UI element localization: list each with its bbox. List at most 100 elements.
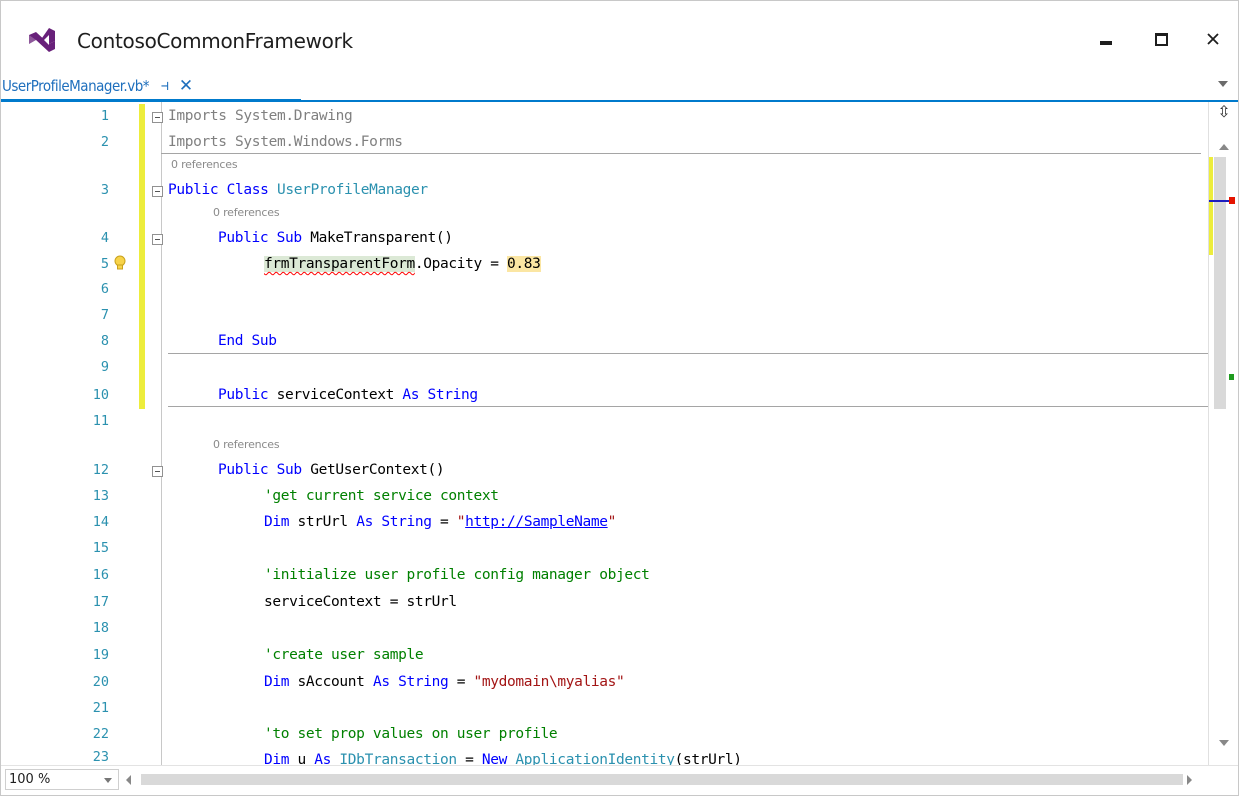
line-number: 20	[92, 674, 109, 690]
code-line: Public serviceContext As String	[218, 385, 478, 405]
keyword: Dim	[264, 514, 290, 530]
comment-line: 'get current service context	[264, 488, 499, 504]
references-codelens[interactable]: 0 references	[213, 438, 280, 451]
code-line: serviceContext = strUrl	[264, 594, 457, 610]
tab-overflow-icon[interactable]	[1218, 81, 1228, 87]
tab-close-icon[interactable]: ✕	[179, 76, 193, 96]
close-icon	[1207, 33, 1219, 45]
maximize-button[interactable]	[1139, 19, 1183, 59]
scrollbar-saved-marker	[1229, 374, 1234, 380]
line-number: 2	[100, 134, 109, 150]
keyword: String	[389, 674, 449, 690]
references-codelens[interactable]: 0 references	[213, 206, 280, 219]
split-window-icon[interactable]: ⇳	[1217, 104, 1231, 122]
string-literal: "mydomain\myalias"	[473, 674, 625, 690]
line-number: 1	[100, 108, 109, 124]
error-identifier[interactable]: frmTransparentForm	[264, 256, 415, 272]
zoom-value: 100 %	[9, 772, 51, 787]
method-separator	[161, 153, 1201, 154]
line-number: 8	[100, 333, 109, 349]
line-number: 22	[92, 726, 109, 742]
keyword: As	[372, 674, 390, 690]
title-bar[interactable]: ContosoCommonFramework	[1, 1, 1238, 71]
keyword: String	[372, 514, 432, 530]
code-editor[interactable]: 1 2 3 4 5 6 7 8 9 10 11 12 13 14 15 16 1…	[1, 102, 1208, 765]
scrollbar-change-marker	[1209, 157, 1213, 255]
type-name: ApplicationIdentity	[507, 752, 675, 765]
keyword: Sub	[268, 230, 311, 246]
collapse-toggle[interactable]	[152, 466, 163, 477]
comment-line: 'create user sample	[264, 647, 424, 663]
line-number: 11	[92, 413, 109, 429]
type-name: IDbTransaction	[331, 752, 457, 765]
url-link[interactable]: http://SampleName	[465, 514, 608, 530]
code-text: =	[456, 752, 482, 765]
horizontal-scroll-thumb[interactable]	[141, 774, 1183, 785]
vertical-scrollbar[interactable]: ⇳	[1208, 102, 1238, 765]
keyword: As	[314, 752, 332, 765]
keyword: As	[356, 514, 373, 530]
collapse-toggle[interactable]	[152, 234, 163, 245]
code-line: Public Sub MakeTransparent()	[218, 228, 453, 248]
code-text: .Opacity =	[414, 256, 508, 272]
keyword: End Sub	[218, 333, 277, 349]
minimize-button[interactable]	[1084, 19, 1128, 59]
tab-userprofilemanager[interactable]: UserProfileManager.vb* ⊣ ✕	[1, 73, 301, 101]
code-text: =	[431, 514, 457, 530]
tab-label: UserProfileManager.vb*	[2, 77, 150, 95]
scroll-up-icon[interactable]	[1219, 144, 1229, 150]
keyword: Dim	[264, 752, 290, 765]
chevron-down-icon	[104, 778, 112, 783]
number-literal: 0.83	[507, 256, 541, 272]
code-text: sAccount	[289, 674, 373, 690]
scroll-down-icon[interactable]	[1219, 740, 1229, 746]
code-text: (strUrl)	[674, 752, 742, 765]
code-text: u	[289, 752, 315, 765]
code-line: Imports System.Drawing	[168, 106, 353, 126]
change-indicator-bar	[139, 104, 145, 409]
code-line: Dim u As IDbTransaction = New Applicatio…	[264, 750, 742, 765]
horizontal-scrollbar[interactable]: 100 %	[1, 765, 1238, 795]
zoom-dropdown[interactable]: 100 %	[5, 769, 119, 790]
code-text: System.Windows.Forms	[226, 134, 403, 150]
line-number: 12	[92, 462, 109, 478]
code-line: Public Sub GetUserContext()	[218, 460, 445, 480]
line-number: 17	[92, 594, 109, 610]
maximize-icon	[1154, 32, 1168, 46]
code-area[interactable]: Imports System.Drawing Imports System.Wi…	[161, 102, 1208, 765]
window-title: ContosoCommonFramework	[77, 29, 353, 53]
line-number: 6	[100, 281, 109, 297]
keyword: As	[402, 387, 420, 403]
method-separator	[168, 406, 1208, 407]
line-number: 19	[92, 647, 109, 663]
code-text: GetUserContext()	[310, 462, 445, 478]
line-number: 21	[92, 700, 109, 716]
scroll-right-icon[interactable]	[1187, 775, 1192, 785]
code-line: Imports System.Windows.Forms	[168, 132, 403, 152]
line-number: 16	[92, 567, 109, 583]
keyword: Public	[218, 462, 269, 478]
outline-guide	[161, 102, 162, 765]
code-line: Dim strUrl As String = "http://SampleNam…	[264, 512, 616, 532]
vertical-scroll-thumb[interactable]	[1214, 157, 1226, 409]
line-number: 4	[100, 230, 109, 246]
collapse-toggle[interactable]	[152, 112, 163, 123]
references-codelens[interactable]: 0 references	[171, 158, 238, 171]
scroll-left-icon[interactable]	[126, 775, 131, 785]
code-line: End Sub	[218, 331, 277, 351]
code-text: serviceContext	[268, 387, 403, 403]
method-separator	[168, 353, 1208, 354]
collapse-toggle[interactable]	[152, 186, 163, 197]
pin-icon[interactable]: ⊣	[161, 79, 169, 94]
keyword: Public	[168, 182, 219, 198]
close-window-button[interactable]	[1191, 19, 1235, 59]
line-number: 13	[92, 488, 109, 504]
line-number-gutter: 1 2 3 4 5 6 7 8 9 10 11 12 13 14 15 16 1…	[1, 102, 149, 765]
line-number: 9	[100, 359, 109, 375]
line-number: 3	[100, 182, 109, 198]
comment-line: 'initialize user profile config manager …	[264, 567, 650, 583]
lightbulb-icon[interactable]	[113, 254, 127, 272]
keyword: String	[419, 387, 479, 403]
keyword: Imports	[168, 108, 227, 124]
minimize-icon	[1100, 41, 1112, 45]
